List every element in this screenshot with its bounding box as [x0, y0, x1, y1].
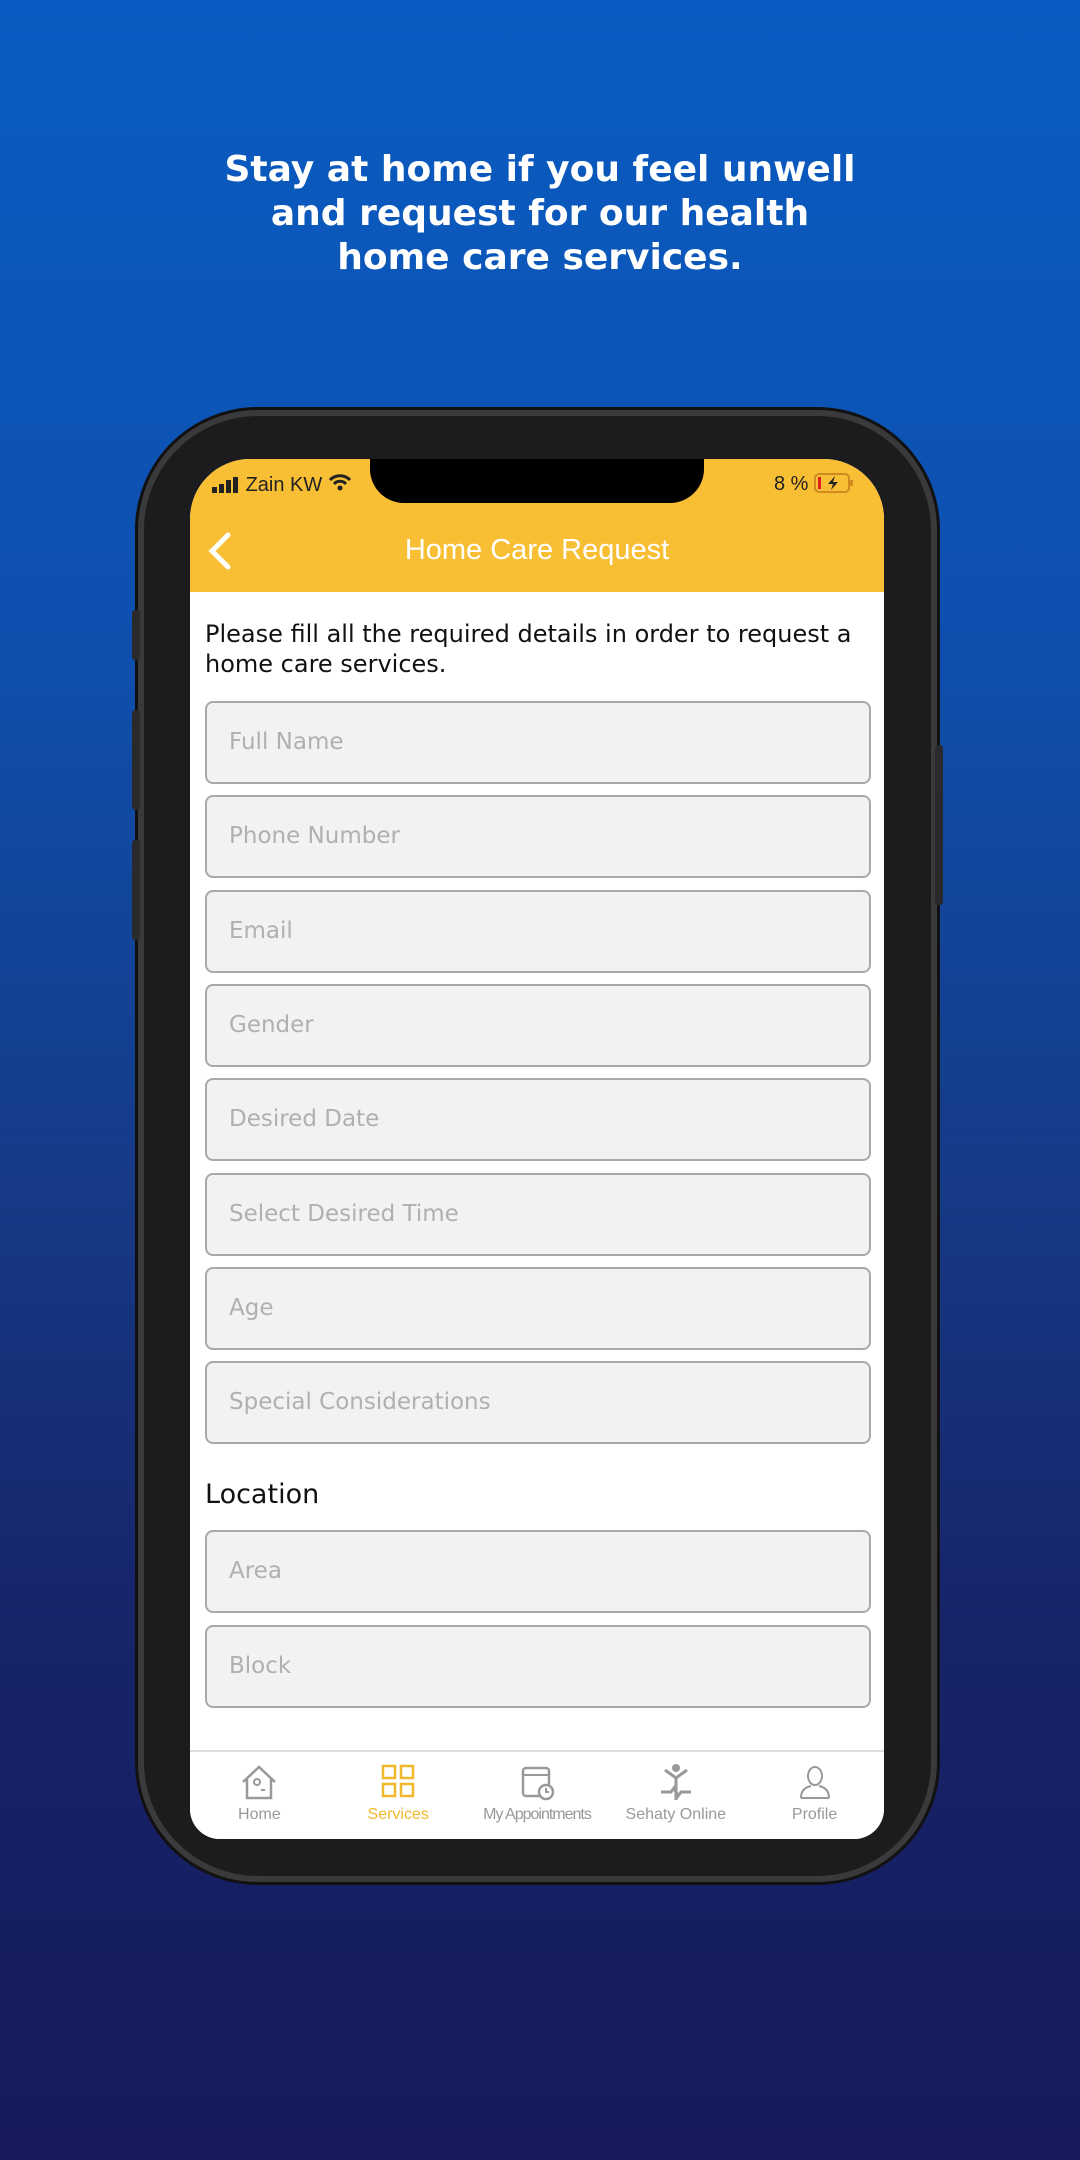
area-input[interactable]: Area [205, 1530, 871, 1613]
location-heading: Location [205, 1479, 320, 1510]
tab-my-appointments[interactable]: My Appointments [468, 1752, 607, 1839]
battery-percent: 8 % [773, 473, 809, 495]
special-considerations-input[interactable]: Special Considerations [205, 1361, 871, 1444]
phone-button [935, 745, 943, 905]
battery-status: 8 % [774, 473, 854, 496]
home-icon [242, 1765, 277, 1800]
tab-label: Profile [791, 1806, 838, 1823]
instructions-text: Please fill all the required details in … [205, 620, 852, 678]
calendar-clock-icon [521, 1766, 555, 1801]
desired-time-select[interactable]: Select Desired Time [205, 1173, 871, 1256]
tab-label: Services [367, 1806, 429, 1823]
app-screen: Zain KW 8 % Home Care Request Please fil… [190, 459, 884, 1839]
desired-date-input[interactable]: Desired Date [205, 1078, 871, 1161]
signal-icon [212, 476, 240, 499]
email-input[interactable]: Email [205, 890, 871, 973]
user-icon [799, 1766, 830, 1799]
page-title: Home Care Request [404, 534, 670, 566]
headline-line: and request for our health [270, 193, 810, 234]
tab-profile[interactable]: Profile [745, 1752, 884, 1839]
promo-headline: Stay at home if you feel unwell and requ… [0, 148, 1080, 280]
app-header: Zain KW 8 % Home Care Request [190, 459, 884, 592]
tab-label: Sehaty Online [625, 1806, 727, 1823]
carrier-status: Zain KW [212, 473, 352, 499]
gender-select[interactable]: Gender [205, 984, 871, 1067]
wifi-icon [328, 474, 352, 496]
phone-button [132, 610, 140, 660]
battery-charging-icon [814, 473, 854, 495]
grid-icon [381, 1764, 415, 1798]
headline-line: Stay at home if you feel unwell [224, 149, 856, 190]
notch [370, 459, 704, 503]
tab-home[interactable]: Home [190, 1752, 329, 1839]
bottom-tab-bar: Home Services My Appointments Sehaty Onl… [190, 1750, 884, 1839]
phone-button [132, 840, 140, 940]
age-input[interactable]: Age [205, 1267, 871, 1350]
phone-button [132, 710, 140, 810]
tab-services[interactable]: Services [329, 1752, 468, 1839]
headline-line: home care services. [337, 237, 743, 278]
tab-label: Home [238, 1806, 281, 1823]
phone-number-input[interactable]: Phone Number [205, 795, 871, 878]
tab-label: My Appointments [483, 1806, 592, 1823]
full-name-input[interactable]: Full Name [205, 701, 871, 784]
block-input[interactable]: Block [205, 1625, 871, 1708]
tab-sehaty-online[interactable]: Sehaty Online [606, 1752, 745, 1839]
person-pulse-icon [660, 1764, 691, 1800]
carrier-name: Zain KW [245, 474, 323, 496]
